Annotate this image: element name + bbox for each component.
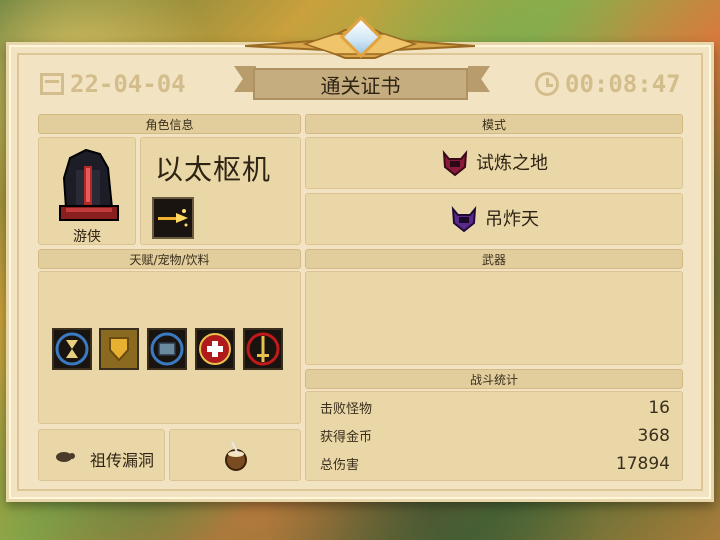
purple-demon-helmet-icon — [451, 205, 477, 233]
weapons-panel — [305, 271, 683, 365]
weapons-header: 武器 — [305, 249, 683, 269]
heal-talent-icon — [195, 328, 235, 370]
clock-icon — [535, 72, 559, 96]
stat-label-gold: 获得金币 — [320, 430, 373, 445]
stat-value-gold: 368 — [637, 426, 670, 446]
mode-item-difficulty: 吊炸天 — [305, 203, 683, 233]
shield-talent-icon — [99, 328, 139, 370]
hooded-character-sprite — [59, 148, 119, 221]
mode-label-trial: 试炼之地 — [476, 153, 548, 174]
ranged-weapon-icon — [152, 197, 194, 239]
sword-talent-icon — [243, 328, 283, 370]
turtle-pet-icon — [56, 452, 75, 462]
stat-value-kills: 16 — [648, 398, 670, 418]
hourglass-talent-icon — [52, 328, 92, 370]
certificate-title: 通关证书 — [253, 68, 468, 100]
stat-row-kills: 击败怪物 16 — [320, 398, 670, 418]
pet-label: 祖传漏洞 — [90, 451, 155, 470]
stat-label-damage: 总伤害 — [320, 458, 360, 473]
date-display: 22-04-04 — [40, 70, 186, 98]
character-info-header: 角色信息 — [38, 114, 301, 134]
talents-header: 天赋/宠物/饮料 — [38, 249, 301, 269]
character-class-label: 游侠 — [73, 229, 101, 245]
mode-label-difficulty: 吊炸天 — [485, 209, 539, 230]
chest-talent-icon — [147, 328, 187, 370]
character-name: 以太枢机 — [155, 153, 272, 186]
stat-label-kills: 击败怪物 — [320, 402, 373, 417]
mode-item-trial: 试炼之地 — [305, 147, 683, 177]
stat-row-damage: 总伤害 17894 — [320, 454, 670, 474]
time-display: 00:08:47 — [535, 70, 681, 98]
date-text: 22-04-04 — [70, 70, 186, 98]
coconut-drink-icon — [225, 441, 247, 471]
stat-value-damage: 17894 — [615, 454, 670, 474]
stat-row-gold: 获得金币 368 — [320, 426, 670, 446]
mode-header: 模式 — [305, 114, 683, 134]
battle-stats-header: 战斗统计 — [305, 369, 683, 389]
time-text: 00:08:47 — [565, 70, 681, 98]
calendar-icon — [40, 73, 64, 95]
crimson-demon-helmet-icon — [442, 149, 468, 177]
